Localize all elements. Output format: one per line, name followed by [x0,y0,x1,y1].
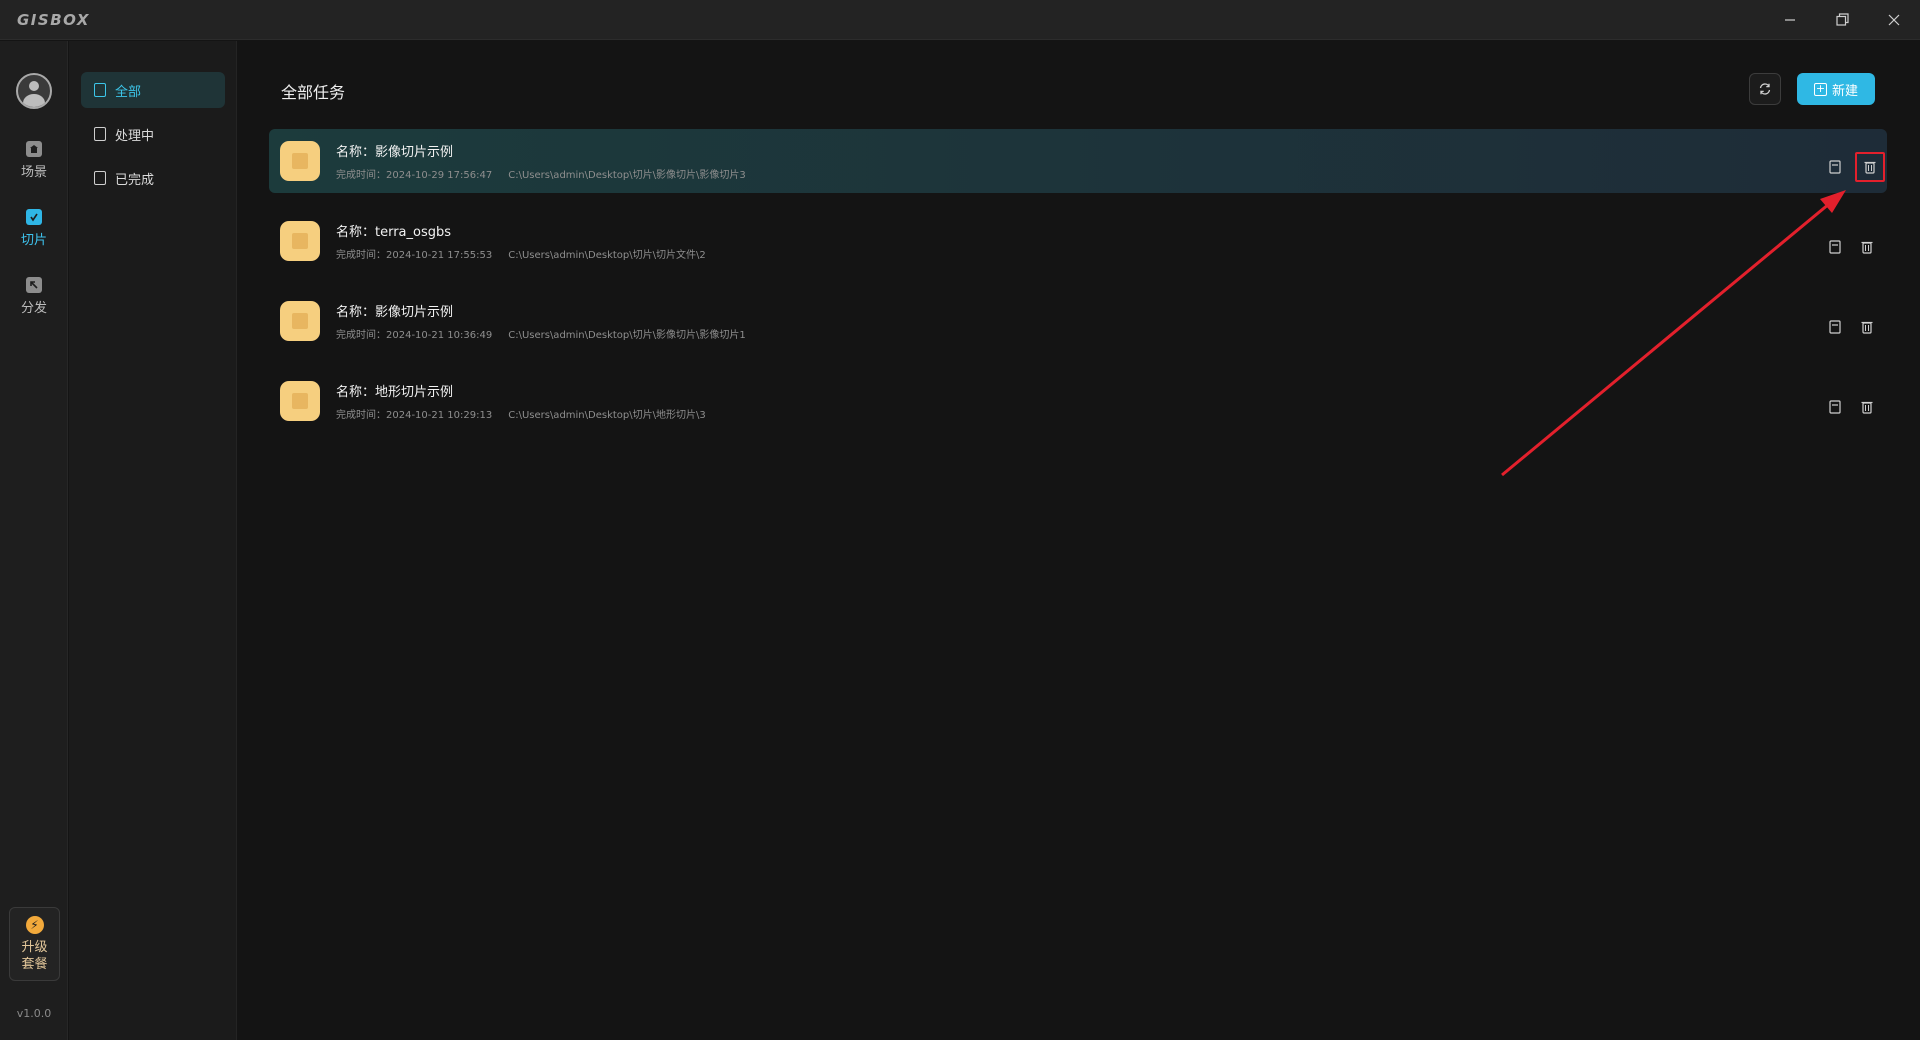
task-list: 名称：影像切片示例 完成时间：2024-10-29 17:56:47 C:\Use… [269,129,1887,449]
task-path: C:\Users\admin\Desktop\切片\地形切片\3 [508,410,706,421]
slice-icon [26,209,42,225]
upload-doc-icon [94,127,106,141]
trash-icon [1861,241,1873,254]
image-tile-icon [280,301,320,341]
task-path: C:\Users\admin\Desktop\切片\影像切片\影像切片3 [508,170,746,181]
task-time: 完成时间：2024-10-21 17:55:53 [336,250,493,261]
scene-icon [26,141,42,157]
task-name: 名称：地形切片示例 [336,385,454,400]
document-icon [1829,160,1841,174]
plus-icon: + [1813,82,1827,96]
minimize-button[interactable] [1764,0,1816,40]
task-time: 完成时间：2024-10-21 10:29:13 [336,410,493,421]
open-file-button[interactable] [1823,155,1847,179]
task-name: 名称：影像切片示例 [336,305,454,320]
rail-item-slice[interactable]: 切片 [0,209,68,265]
task-time: 完成时间：2024-10-21 10:36:49 [336,330,493,341]
delete-button[interactable] [1855,235,1879,259]
document-icon [1829,240,1841,254]
delete-button[interactable] [1855,152,1885,182]
open-file-button[interactable] [1823,395,1847,419]
version-label: v1.0.0 [16,1007,52,1020]
subnav-item-processing[interactable]: 处理中 [81,116,225,152]
subnav-item-label: 处理中 [115,128,155,144]
app-logo: GISBOX [17,10,90,29]
new-task-label: 新建 [1831,83,1858,99]
task-row[interactable]: 名称：影像切片示例 完成时间：2024-10-29 17:56:47 C:\Use… [269,129,1887,193]
avatar-head [29,81,39,91]
rail-item-label: 分发 [20,301,47,316]
delete-button[interactable] [1855,395,1879,419]
refresh-icon [1759,83,1771,95]
refresh-button[interactable] [1749,73,1781,105]
subnav-item-all[interactable]: 全部 [81,72,225,108]
rail-item-label: 场景 [20,165,47,180]
icon-rail: 场景 切片 分发 ⚡ 升级 套餐 v1.0.0 [0,41,68,1040]
subnav-item-completed[interactable]: 已完成 [81,160,225,196]
title-bar: GISBOX [0,0,1920,40]
task-name: 名称：terra_osgbs [336,225,452,240]
close-button[interactable] [1868,0,1920,40]
upload-doc-icon [94,83,106,97]
task-path: C:\Users\admin\Desktop\切片\影像切片\影像切片1 [508,330,746,341]
distribute-icon [26,277,42,293]
avatar[interactable] [16,73,52,109]
document-icon [1829,400,1841,414]
new-task-button[interactable]: + 新建 [1797,73,1875,105]
subnav-item-label: 已完成 [115,172,155,188]
subnav-item-label: 全部 [115,84,142,100]
document-icon [1829,320,1841,334]
minimize-icon [1785,18,1795,21]
image-tile-icon [280,141,320,181]
rail-item-scene[interactable]: 场景 [0,141,68,197]
task-row[interactable]: 名称：影像切片示例 完成时间：2024-10-21 10:36:49 C:\Use… [269,289,1887,353]
task-time: 完成时间：2024-10-29 17:56:47 [336,170,493,181]
page-title: 全部任务 [281,83,346,102]
task-row[interactable]: 名称：地形切片示例 完成时间：2024-10-21 10:29:13 C:\Use… [269,369,1887,433]
task-path: C:\Users\admin\Desktop\切片\切片文件\2 [508,250,706,261]
restore-button[interactable] [1816,0,1868,40]
app-window: GISBOX 场景 切片 分发 ⚡ 升级 套餐 v1.0.0 全部 处理中 已完… [0,0,1920,1040]
upgrade-label-line2: 套餐 [21,957,48,972]
close-icon [1888,14,1900,25]
task-filter-nav: 全部 处理中 已完成 [69,41,237,1040]
trash-icon [1861,401,1873,414]
restore-icon [1835,13,1849,26]
open-file-button[interactable] [1823,315,1847,339]
trash-icon [1864,161,1876,174]
avatar-body [23,94,45,107]
bolt-icon: ⚡ [25,916,44,934]
task-name: 名称：影像切片示例 [336,145,454,160]
upgrade-label-line1: 升级 [21,940,48,955]
check-doc-icon [94,171,106,185]
main-content: 全部任务 + 新建 名称：影像切片示例 完成时间：2024-10-29 17:5… [238,41,1920,1040]
delete-button[interactable] [1855,315,1879,339]
trash-icon [1861,321,1873,334]
task-row[interactable]: 名称：terra_osgbs 完成时间：2024-10-21 17:55:53 C… [269,209,1887,273]
window-controls [1764,0,1920,40]
upgrade-plan-button[interactable]: ⚡ 升级 套餐 [9,907,60,981]
open-file-button[interactable] [1823,235,1847,259]
terrain-tile-icon [280,381,320,421]
rail-item-distribute[interactable]: 分发 [0,277,68,333]
model-tile-icon [280,221,320,261]
rail-item-label: 切片 [20,233,47,248]
